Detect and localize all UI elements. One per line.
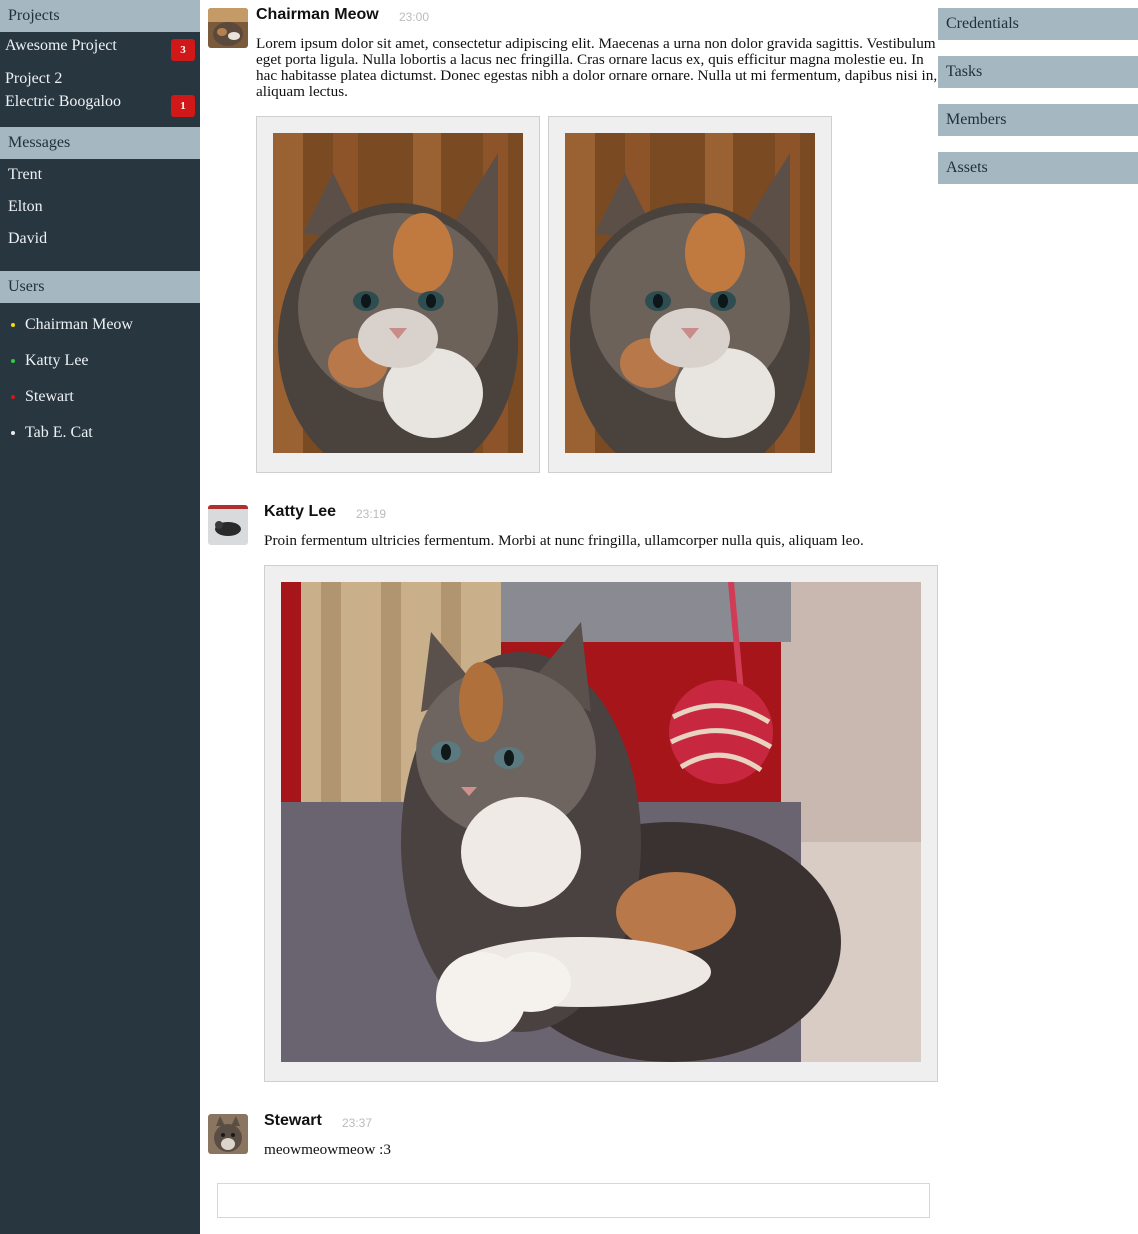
image-attachment[interactable] bbox=[548, 116, 832, 473]
user-name: Katty Lee bbox=[25, 352, 89, 369]
message-timestamp: 23:00 bbox=[399, 10, 430, 24]
right-panel: Credentials Tasks Members Assets bbox=[938, 0, 1138, 200]
messages-list: Trent Elton David bbox=[0, 159, 200, 271]
message-timestamp: 23:19 bbox=[356, 507, 387, 521]
sidebar-item-electric-boogaloo[interactable]: Electric Boogaloo 1 bbox=[0, 90, 200, 119]
status-dot-icon bbox=[11, 359, 15, 363]
sidebar: Projects Awesome Project 3 Project 2 Ele… bbox=[0, 0, 200, 1234]
projects-header: Projects bbox=[0, 0, 200, 32]
user-name: Chairman Meow bbox=[25, 316, 133, 333]
status-dot-icon bbox=[11, 395, 15, 399]
unread-badge: 3 bbox=[171, 39, 195, 61]
avatar[interactable] bbox=[208, 1114, 248, 1154]
message-text: Proin fermentum ultricies fermentum. Mor… bbox=[264, 532, 864, 549]
assets-button[interactable]: Assets bbox=[938, 152, 1138, 184]
message-timestamp: 23:37 bbox=[342, 1116, 373, 1130]
message-author[interactable]: Stewart bbox=[264, 1112, 322, 1130]
status-dot-icon bbox=[11, 323, 15, 327]
kitten-with-yarn-ball-photo bbox=[281, 582, 921, 1062]
messages-header: Messages bbox=[0, 127, 200, 159]
tasks-button[interactable]: Tasks bbox=[938, 56, 1138, 88]
chat-area: Chairman Meow 23:00 Lorem ipsum dolor si… bbox=[200, 0, 938, 1234]
users-header: Users bbox=[0, 271, 200, 303]
project-label: Electric Boogaloo bbox=[5, 93, 121, 110]
avatar[interactable] bbox=[208, 505, 248, 545]
sidebar-item-awesome-project[interactable]: Awesome Project 3 bbox=[0, 34, 200, 63]
sidebar-item-trent[interactable]: Trent bbox=[0, 159, 200, 191]
user-name: Stewart bbox=[25, 388, 74, 405]
projects-list: Awesome Project 3 Project 2 Electric Boo… bbox=[0, 32, 200, 127]
sidebar-item-david[interactable]: David bbox=[0, 223, 200, 255]
unread-badge: 1 bbox=[171, 95, 195, 117]
project-label: Project 2 bbox=[5, 70, 63, 87]
avatar[interactable] bbox=[208, 8, 248, 48]
sidebar-user-tab-e-cat[interactable]: Tab E. Cat bbox=[0, 415, 200, 451]
sidebar-user-katty-lee[interactable]: Katty Lee bbox=[0, 343, 200, 379]
kitten-photo bbox=[565, 133, 815, 453]
sidebar-item-elton[interactable]: Elton bbox=[0, 191, 200, 223]
users-list: Chairman Meow Katty Lee Stewart Tab E. C… bbox=[0, 303, 200, 451]
sidebar-user-stewart[interactable]: Stewart bbox=[0, 379, 200, 415]
message-author[interactable]: Chairman Meow bbox=[256, 6, 379, 24]
project-label: Awesome Project bbox=[5, 37, 117, 54]
user-name: Tab E. Cat bbox=[25, 424, 93, 441]
message-text: meowmeowmeow :3 bbox=[264, 1141, 391, 1158]
image-attachment[interactable] bbox=[264, 565, 938, 1082]
image-attachment[interactable] bbox=[256, 116, 540, 473]
status-dot-icon bbox=[11, 431, 15, 435]
members-button[interactable]: Members bbox=[938, 104, 1138, 136]
message-input[interactable] bbox=[217, 1183, 930, 1218]
sidebar-item-project-2[interactable]: Project 2 bbox=[0, 63, 200, 90]
sidebar-user-chairman-meow[interactable]: Chairman Meow bbox=[0, 307, 200, 343]
credentials-button[interactable]: Credentials bbox=[938, 8, 1138, 40]
kitten-photo bbox=[273, 133, 523, 453]
message-text: Lorem ipsum dolor sit amet, consectetur … bbox=[256, 35, 938, 100]
message-author[interactable]: Katty Lee bbox=[264, 503, 336, 521]
